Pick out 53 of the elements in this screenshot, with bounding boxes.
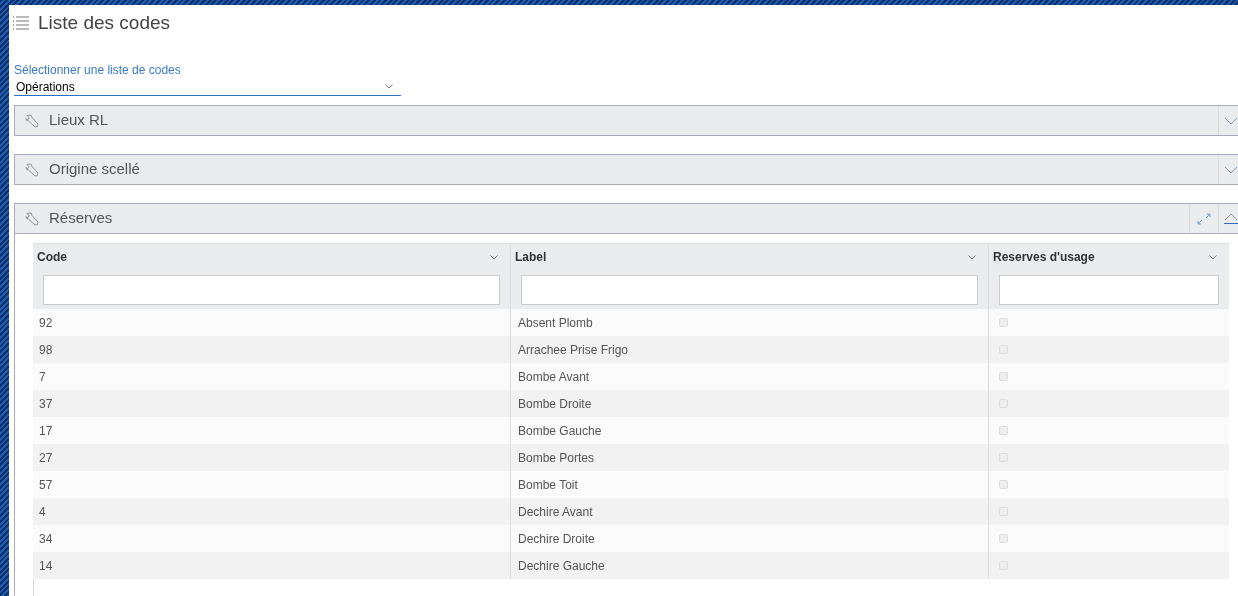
collapse-button[interactable]: [1218, 204, 1238, 233]
table-cell-text: 27: [39, 449, 53, 467]
chevron-up-icon: [1224, 213, 1238, 221]
panel-header[interactable]: Lieux RL: [14, 105, 1238, 136]
column-header[interactable]: Reserves d'usage: [993, 248, 1225, 266]
table-cell-text: Absent Plomb: [518, 314, 593, 332]
filter-field[interactable]: [521, 275, 978, 305]
table-cell-text: Dechire Avant: [518, 503, 593, 521]
panel-title: Réserves: [49, 208, 113, 229]
table-cell-text: 14: [39, 557, 53, 575]
panel-title: Lieux RL: [49, 110, 109, 131]
table-cell-text: 92: [39, 314, 53, 332]
chevron-down-icon: [1224, 116, 1238, 125]
checkbox[interactable]: [999, 318, 1008, 327]
chevron-down-icon: [385, 84, 393, 89]
select-field[interactable]: Opérations: [14, 78, 401, 96]
table-cell-text: 57: [39, 476, 53, 494]
table-cell-text: 17: [39, 422, 53, 440]
list-icon: [12, 15, 30, 31]
column-header[interactable]: Code: [37, 248, 506, 266]
table-cell-text: 7: [39, 368, 46, 386]
chevron-down-icon: [1209, 254, 1217, 260]
table-cell-text: Bombe Droite: [518, 395, 592, 413]
checkbox[interactable]: [999, 534, 1008, 543]
checkbox[interactable]: [999, 426, 1008, 435]
table-cell-text: Dechire Gauche: [518, 557, 605, 575]
wrench-icon: [25, 162, 39, 177]
table-cell-text: 37: [39, 395, 53, 413]
filter-field[interactable]: [999, 275, 1219, 305]
checkbox[interactable]: [999, 372, 1008, 381]
field-label: Sélectionner une liste de codes: [14, 63, 182, 78]
panel-header[interactable]: Réserves: [14, 203, 1238, 234]
panel-title: Origine scellé: [49, 159, 140, 180]
page-title: Liste des codes: [38, 10, 171, 35]
table-cell-text: Bombe Avant: [518, 368, 590, 386]
table-cell-text: Bombe Gauche: [518, 422, 602, 440]
table-cell-text: Bombe Portes: [518, 449, 595, 467]
wrench-icon: [25, 211, 39, 226]
table-cell-text: 34: [39, 530, 53, 548]
filter-field[interactable]: [43, 275, 500, 305]
column-header[interactable]: Label: [515, 248, 984, 266]
chevron-down-icon: [1224, 165, 1238, 174]
table-cell-text: 98: [39, 341, 53, 359]
panel-header[interactable]: Origine scellé: [14, 154, 1238, 185]
wrench-icon: [25, 113, 39, 128]
chevron-down-icon: [968, 254, 976, 260]
table-cell-text: Dechire Droite: [518, 530, 595, 548]
table-cell-text: Bombe Toit: [518, 476, 578, 494]
chevron-down-icon: [490, 254, 498, 260]
expand-icon: [1197, 212, 1211, 225]
table-cell-text: Arrachee Prise Frigo: [518, 341, 629, 359]
table-cell-text: 4: [39, 503, 46, 521]
checkbox[interactable]: [999, 480, 1008, 489]
